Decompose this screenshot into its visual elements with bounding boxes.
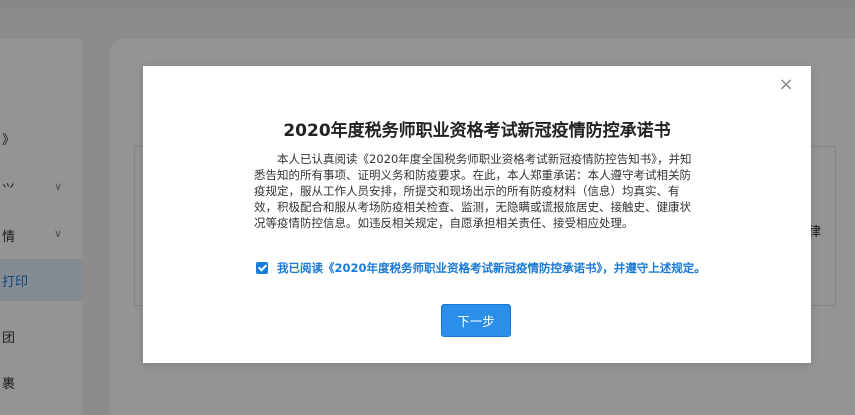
dialog-body-text: 本人已认真阅读《2020年度全国税务师职业资格考试新冠疫情防控告知书》，并知悉告… bbox=[254, 152, 692, 230]
agree-label[interactable]: 我已阅读《2020年度税务师职业资格考试新冠疫情防控承诺书》，并遵守上述规定。 bbox=[277, 260, 706, 276]
dialog-title: 2020年度税务师职业资格考试新冠疫情防控承诺书 bbox=[283, 121, 671, 141]
next-button[interactable]: 下一步 bbox=[441, 304, 511, 337]
agree-checkbox[interactable] bbox=[256, 262, 268, 274]
agree-row[interactable]: 我已阅读《2020年度税务师职业资格考试新冠疫情防控承诺书》，并遵守上述规定。 bbox=[256, 261, 706, 275]
commitment-dialog: × 2020年度税务师职业资格考试新冠疫情防控承诺书 本人已认真阅读《2020年… bbox=[143, 66, 811, 363]
close-icon[interactable]: × bbox=[777, 76, 795, 94]
